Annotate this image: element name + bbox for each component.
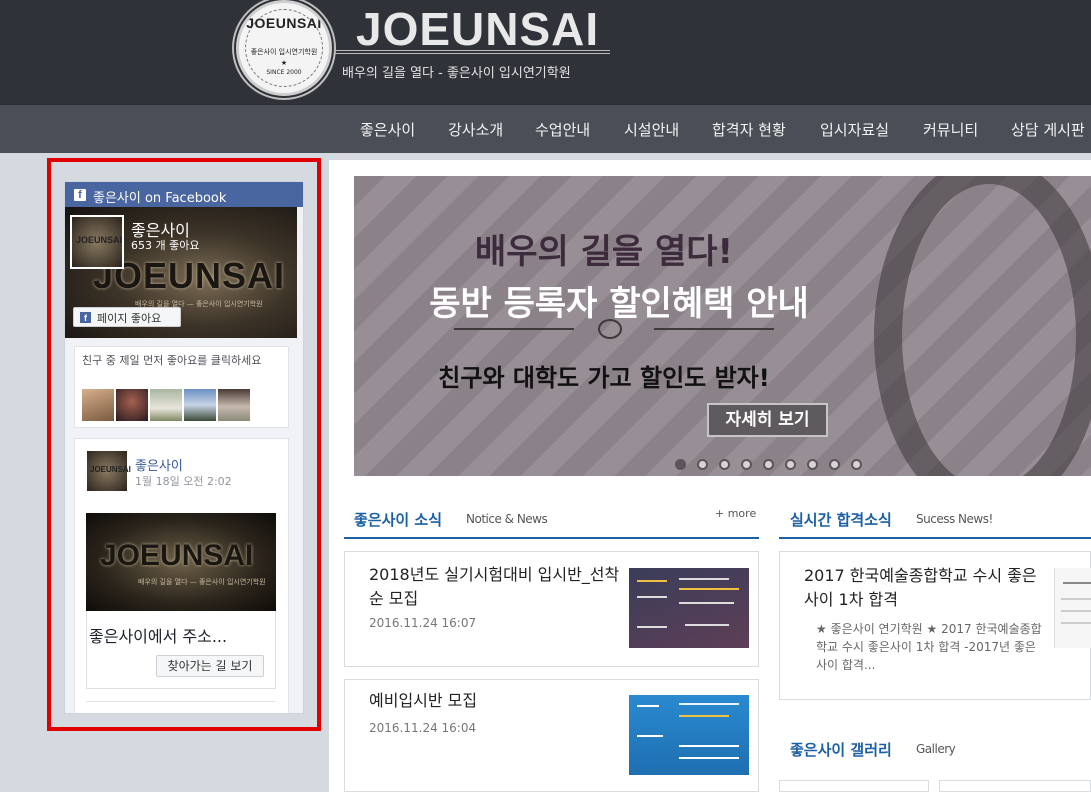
logo-tagline: 배우의 길을 열다 - 좋은사이 입시연기학원: [342, 66, 571, 81]
nav-item-consult[interactable]: 상담 게시판: [1011, 119, 1085, 140]
directions-button[interactable]: 찾아가는 길 보기: [156, 655, 264, 677]
facebook-like-count: 653 개 좋아요: [131, 239, 200, 252]
post-author-name[interactable]: 좋은사이: [135, 455, 183, 474]
friend-avatar[interactable]: [150, 389, 182, 421]
star-icon: ★: [280, 59, 288, 67]
post-image[interactable]: JOEUNSAI 배우의 길을 열다 — 좋은사이 입시연기학원: [86, 513, 276, 611]
film-reel-decoration: [874, 176, 1091, 476]
site-header: JOEUNSAI 좋은사이 입시연기학원 ★ SINCE 2000 JOEUNS…: [0, 0, 1091, 105]
friend-avatar[interactable]: [116, 389, 148, 421]
post-timestamp[interactable]: 1월 18일 오전 2:02: [135, 473, 232, 489]
news-item-date: 2016.11.24 16:07: [369, 616, 477, 630]
facebook-cover-photo[interactable]: JOEUNSAI 배우의 길을 열다 — 좋은사이 입시연기학원 JOEUNSA…: [65, 207, 297, 338]
ornament-left: [454, 328, 574, 330]
news-item-1[interactable]: 2018년도 실기시험대비 입시반_선착순 모집 2016.11.24 16:0…: [344, 551, 759, 667]
thumbnail-sign-text: JOEUNSAI: [76, 235, 123, 245]
friend-avatar[interactable]: [82, 389, 114, 421]
news-item-thumbnail[interactable]: [629, 695, 749, 775]
badge-since: SINCE 2000: [266, 69, 302, 76]
banner-dot[interactable]: [829, 459, 840, 470]
banner-dot[interactable]: [807, 459, 818, 470]
ornament-center: [598, 319, 622, 339]
news-more-link[interactable]: + more: [715, 507, 756, 520]
ornament-right: [654, 328, 774, 330]
friend-avatar[interactable]: [184, 389, 216, 421]
pass-section-rule: [779, 537, 1091, 539]
news-item-date: 2016.11.24 16:04: [369, 721, 477, 735]
post-caption[interactable]: 좋은사이에서 주소...: [89, 623, 227, 647]
facebook-icon: f: [80, 312, 91, 323]
news-item-2[interactable]: 예비입시반 모집 2016.11.24 16:04: [344, 679, 759, 792]
post-image-sign-text: JOEUNSAI: [100, 539, 254, 572]
facebook-widget: f 좋은사이 on Facebook JOEUNSAI 배우의 길을 열다 — …: [64, 181, 304, 714]
post-image-subtext: 배우의 길을 열다 — 좋은사이 입시연기학원: [138, 578, 266, 586]
banner-subtitle: 친구와 대학도 가고 할인도 받자!: [438, 364, 770, 392]
nav-item-facilities[interactable]: 시설안내: [624, 119, 679, 140]
news-item-thumbnail[interactable]: [629, 568, 749, 648]
banner-dot[interactable]: [851, 459, 862, 470]
banner-details-button[interactable]: 자세히 보기: [707, 403, 828, 437]
friends-prompt: 친구 중 제일 먼저 좋아요를 클릭하세요: [82, 354, 262, 367]
facebook-post: JOEUNSAI 좋은사이 1월 18일 오전 2:02 JOEUNSAI 배우…: [74, 438, 289, 713]
badge-subtitle: 좋은사이 입시연기학원: [250, 48, 318, 56]
gallery-tile[interactable]: [939, 780, 1091, 792]
main-nav: 좋은사이 강사소개 수업안내 시설안내 합격자 현황 입시자료실 커뮤니티 상담…: [0, 105, 1091, 153]
banner-title: 동반 등록자 할인혜택 안내: [429, 284, 809, 324]
post-author-avatar[interactable]: JOEUNSAI: [87, 451, 131, 491]
pass-item-desc: ★ 좋은사이 연기학원 ★ 2017 한국예술종합학교 수시 좋은사이 1차 합…: [816, 622, 1042, 672]
facebook-like-page-button[interactable]: f 페이지 좋아요: [73, 307, 181, 327]
logo-divider: [334, 50, 610, 54]
news-section-subtitle: Notice & News: [466, 512, 548, 526]
pass-item-title[interactable]: 2017 한국예술종합학교 수시 좋은사이 1차 합격: [804, 564, 1044, 612]
news-section-title[interactable]: 좋은사이 소식: [354, 509, 442, 530]
post-divider: [86, 701, 276, 702]
nav-item-classes[interactable]: 수업안내: [535, 119, 590, 140]
pass-item-thumbnail[interactable]: [1054, 568, 1091, 648]
nav-item-community[interactable]: 커뮤니티: [923, 119, 978, 140]
pass-section-subtitle: Sucess News!: [916, 512, 993, 526]
friend-avatar[interactable]: [218, 389, 250, 421]
badge-name: JOEUNSAI: [246, 15, 322, 31]
nav-item-results[interactable]: 합격자 현황: [712, 119, 786, 140]
facebook-widget-title: 좋은사이 on Facebook: [93, 191, 227, 206]
news-item-title[interactable]: 2018년도 실기시험대비 입시반_선착순 모집: [369, 563, 624, 611]
gallery-section-title[interactable]: 좋은사이 갤러리: [790, 739, 892, 760]
news-section-rule: [344, 537, 759, 539]
facebook-widget-header: f 좋은사이 on Facebook: [65, 182, 303, 207]
nav-item-instructors[interactable]: 강사소개: [448, 119, 503, 140]
like-page-label: 페이지 좋아요: [97, 312, 162, 325]
gallery-tile[interactable]: [779, 780, 929, 792]
banner-dot[interactable]: [763, 459, 774, 470]
logo-wordmark[interactable]: JOEUNSAI: [356, 2, 599, 56]
news-item-title[interactable]: 예비입시반 모집: [369, 689, 624, 713]
facebook-profile-thumbnail[interactable]: JOEUNSAI: [70, 215, 124, 269]
banner-headline: 배우의 길을 열다!: [474, 232, 734, 272]
banner-dot[interactable]: [719, 459, 730, 470]
logo-badge[interactable]: JOEUNSAI 좋은사이 입시연기학원 ★ SINCE 2000: [236, 0, 332, 96]
facebook-icon: f: [74, 189, 86, 201]
pass-section-title[interactable]: 실시간 합격소식: [790, 509, 892, 530]
pass-item[interactable]: 2017 한국예술종합학교 수시 좋은사이 1차 합격 ★ 좋은사이 연기학원 …: [779, 551, 1091, 700]
promo-banner[interactable]: 배우의 길을 열다! 동반 등록자 할인혜택 안내 친구와 대학도 가고 할인도…: [354, 176, 1091, 476]
nav-item-materials[interactable]: 입시자료실: [820, 119, 889, 140]
avatar-sign-text: JOEUNSAI: [90, 465, 131, 474]
nav-item-about[interactable]: 좋은사이: [360, 119, 415, 140]
banner-dot[interactable]: [741, 459, 752, 470]
banner-dot[interactable]: [675, 459, 686, 470]
banner-dot[interactable]: [785, 459, 796, 470]
gallery-section-subtitle: Gallery: [916, 742, 956, 756]
banner-dot[interactable]: [697, 459, 708, 470]
facebook-friends-panel: 친구 중 제일 먼저 좋아요를 클릭하세요: [74, 346, 289, 428]
